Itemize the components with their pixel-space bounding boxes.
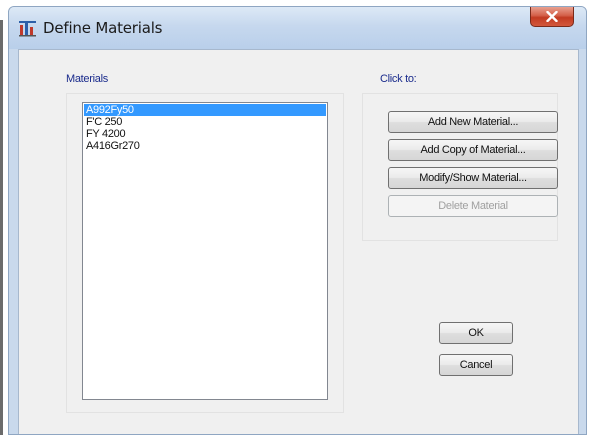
title-bar[interactable]: Define Materials — [9, 7, 586, 49]
ok-button[interactable]: OK — [439, 322, 513, 344]
materials-group-label: Materials — [66, 73, 108, 85]
add-copy-of-material-button[interactable]: Add Copy of Material... — [388, 139, 558, 161]
dialog-body: Materials A992Fy50 F'C 250 FY 4200 A416Gr27… — [18, 49, 579, 434]
material-list-item[interactable]: FY 4200 — [84, 128, 326, 140]
click-to-label: Click to: — [380, 73, 417, 85]
dialog-title: Define Materials — [43, 19, 163, 37]
add-new-material-button[interactable]: Add New Material... — [388, 111, 558, 133]
define-materials-dialog: Define Materials Materials A992Fy50 F'C 2… — [8, 6, 587, 435]
background-window-edge — [0, 20, 3, 435]
modify-show-material-button[interactable]: Modify/Show Material... — [388, 167, 558, 189]
delete-material-button: Delete Material — [388, 195, 558, 217]
close-icon — [546, 11, 558, 22]
close-button[interactable] — [530, 7, 574, 27]
material-list-item[interactable]: A416Gr270 — [84, 140, 326, 152]
cancel-button[interactable]: Cancel — [439, 354, 513, 376]
materials-listbox[interactable]: A992Fy50 F'C 250 FY 4200 A416Gr270 — [82, 102, 328, 400]
structure-app-icon — [19, 21, 36, 37]
material-list-item[interactable]: F'C 250 — [84, 116, 326, 128]
material-list-item[interactable]: A992Fy50 — [84, 104, 326, 116]
